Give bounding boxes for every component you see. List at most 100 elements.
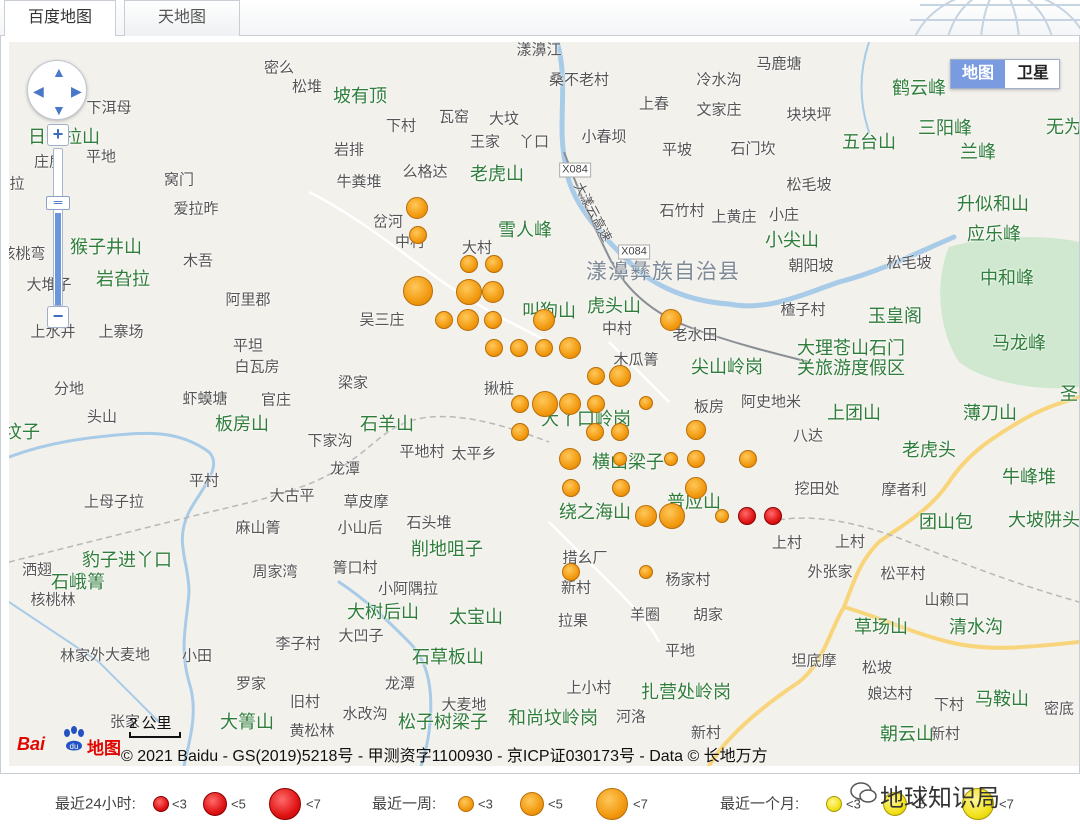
mountain-label: 中和峰 [980,268,1034,288]
place-label: 阿里郡 [225,291,271,309]
quake-marker-24h[interactable] [764,507,782,525]
mountain-label: 兰峰 [960,142,996,162]
pan-up-icon[interactable]: ▲ [52,65,66,79]
quake-marker-week[interactable] [460,255,478,273]
place-label: 块块坪 [786,106,832,124]
pan-down-icon[interactable]: ▼ [52,103,66,117]
quake-marker-week[interactable] [685,477,707,499]
scale-bar-line [129,732,181,738]
quake-marker-week[interactable] [587,395,605,413]
mountain-label: 清水沟 [949,617,1003,637]
globe-decoration [910,0,1080,36]
scale-bar: 2 公里 [129,712,189,740]
pan-right-icon[interactable]: ▶ [71,84,82,98]
mountain-label: 坡有顶 [333,86,387,106]
place-label: 上寨场 [98,323,144,341]
place-label: 大凹子 [338,627,384,645]
legend-24h-medium-dot [203,792,227,816]
place-label: 拉果 [557,612,589,630]
place-label: 松堆 [291,78,323,96]
baidu-logo[interactable]: Bai du 地图 [17,724,121,758]
quake-marker-week[interactable] [609,365,631,387]
quake-marker-week[interactable] [559,448,581,470]
quake-marker-24h[interactable] [738,507,756,525]
quake-marker-week[interactable] [485,339,503,357]
legend-24h-label-1: <3 [172,796,187,812]
quake-marker-week[interactable] [532,391,558,417]
zoom-slider-handle[interactable]: ═ [46,196,70,210]
quake-marker-week[interactable] [403,276,433,306]
quake-marker-week[interactable] [687,450,705,468]
quake-marker-week[interactable] [511,423,529,441]
map-type-satellite-button[interactable]: 卫星 [1006,60,1060,88]
quake-marker-week[interactable] [406,197,428,219]
quake-marker-week[interactable] [535,339,553,357]
quake-marker-week[interactable] [660,309,682,331]
quake-marker-week[interactable] [559,393,581,415]
quake-marker-week[interactable] [639,396,653,410]
quake-marker-week[interactable] [457,309,479,331]
quake-marker-week[interactable] [435,311,453,329]
pan-control[interactable]: ▲ ▼ ◀ ▶ [27,60,87,120]
quake-marker-week[interactable] [409,226,427,244]
quake-marker-week[interactable] [664,452,678,466]
place-label: 外大麦地 [89,646,151,664]
quake-marker-week[interactable] [562,479,580,497]
quake-marker-week[interactable] [659,503,685,529]
quake-marker-week[interactable] [510,339,528,357]
quake-marker-week[interactable] [686,420,706,440]
quake-marker-week[interactable] [511,395,529,413]
quake-marker-week[interactable] [587,367,605,385]
quake-marker-week[interactable] [482,281,504,303]
scenic-park-area [940,237,1079,389]
tab-tianditu[interactable]: 天地图 [124,0,240,36]
quake-marker-week[interactable] [533,309,555,331]
quake-marker-week[interactable] [639,565,653,579]
place-label: 李子村 [275,635,321,653]
quake-marker-week[interactable] [562,563,580,581]
quake-marker-week[interactable] [635,505,657,527]
legend-24h-label-2: <5 [231,796,246,812]
place-label: 小田 [181,647,213,665]
mountain-label: 玉皇阁 [868,306,922,326]
map-canvas[interactable]: 漾濞江 马鹿塘 密么 桑不老村 冷水沟 松堆 上春 文家庄 下洱母 下村 瓦窑 大坟 块块坪 小春坝 岩排 王… [9,42,1079,766]
place-label: 挖田处 [794,480,840,498]
map-type-map-button[interactable]: 地图 [951,60,1005,88]
legend-week-small-dot [458,796,474,812]
baidu-logo-map-text: 地图 [87,739,121,758]
legend-week-label-2: <5 [548,796,563,812]
place-label: 爱拉昨 [173,200,219,218]
tab-baidu-map[interactable]: 百度地图 [4,0,116,37]
quake-marker-week[interactable] [484,311,502,329]
quake-marker-week[interactable] [559,337,581,359]
place-label: 小山后 [337,519,383,537]
place-label: 岔河 [372,213,404,231]
place-label: 洒翅 [21,561,53,579]
place-label: 窝门 [163,171,195,189]
place-label: 杨家村 [665,571,711,589]
zoom-in-button[interactable]: + [47,124,69,146]
quake-marker-week[interactable] [456,279,482,305]
place-label: 林家 [59,647,91,665]
pan-left-icon[interactable]: ◀ [33,84,44,98]
wechat-icon [850,782,877,803]
zoom-out-button[interactable]: − [47,306,69,328]
quake-marker-week[interactable] [485,255,503,273]
mountain-label: 升似和山 [957,194,1029,214]
quake-marker-week[interactable] [611,423,629,441]
quake-marker-week[interactable] [715,509,729,523]
place-label: 胡家 [692,606,724,624]
quake-marker-week[interactable] [613,452,627,466]
quake-marker-week[interactable] [612,479,630,497]
quake-marker-week[interactable] [586,423,604,441]
zoom-slider-track[interactable] [53,148,63,306]
mountain-label: 和尚坟岭岗 [508,708,598,728]
place-label: 平地村 [399,443,445,461]
mountain-label: 虎头山 [587,296,641,316]
place-label: 岩排 [333,141,365,159]
place-label: 松毛坡 [886,254,932,272]
mountain-label: 豹子进丫口 [82,550,172,570]
quake-marker-week[interactable] [739,450,757,468]
mountain-label: 老虎山 [470,164,524,184]
mountain-label: 薄刀山 [963,403,1017,423]
